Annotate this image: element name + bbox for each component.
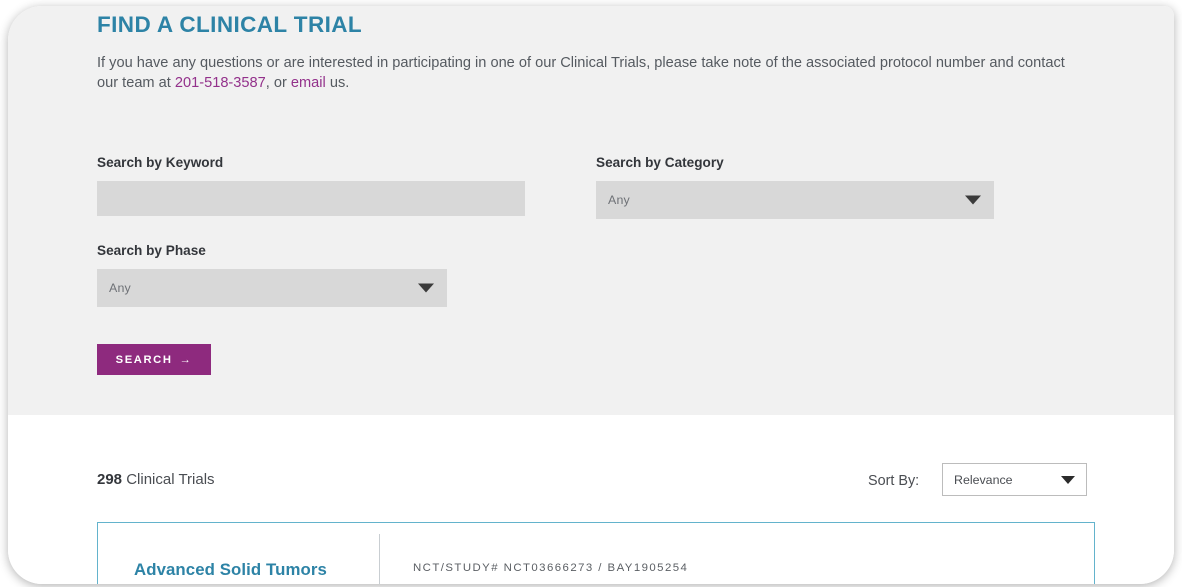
results-count: 298 Clinical Trials: [97, 471, 215, 488]
search-keyword-input[interactable]: [97, 181, 525, 216]
sort-by-select[interactable]: Relevance: [942, 463, 1087, 496]
card-divider: [379, 534, 380, 584]
chevron-down-icon: [418, 283, 434, 293]
trial-result-card[interactable]: Advanced Solid Tumors NCT/STUDY# NCT0366…: [97, 522, 1095, 584]
keyword-field-label: Search by Keyword: [97, 154, 224, 170]
trial-nct-number: NCT/STUDY# NCT03666273 / BAY1905254: [413, 562, 688, 574]
page-container: FIND A CLINICAL TRIAL If you have any qu…: [8, 6, 1174, 584]
phase-selected-value: Any: [109, 281, 131, 295]
page-title: FIND A CLINICAL TRIAL: [97, 12, 363, 37]
search-button[interactable]: SEARCH →: [97, 344, 211, 375]
intro-text-part2: , or: [265, 74, 291, 91]
arrow-right-icon: →: [179, 353, 193, 366]
chevron-down-icon: [1061, 475, 1075, 484]
email-link[interactable]: email: [291, 75, 326, 91]
sort-by-label: Sort By:: [868, 473, 920, 489]
results-count-number: 298: [97, 471, 123, 488]
phase-field-label: Search by Phase: [97, 243, 206, 258]
search-category-select[interactable]: Any: [596, 181, 994, 219]
category-field-label: Search by Category: [596, 154, 724, 170]
intro-paragraph: If you have any questions or are interes…: [97, 54, 1072, 94]
chevron-down-icon: [965, 195, 981, 205]
phone-link[interactable]: 201-518-3587: [175, 75, 266, 91]
results-section: 298 Clinical Trials Sort By: Relevance A…: [8, 415, 1174, 584]
intro-text-part3: us.: [325, 74, 350, 91]
trial-nct-label: NCT/STUDY#: [413, 562, 500, 574]
trial-title[interactable]: Advanced Solid Tumors: [134, 560, 327, 580]
results-count-suffix: Clinical Trials: [122, 471, 215, 488]
search-phase-select[interactable]: Any: [97, 269, 447, 307]
trial-nct-value: NCT03666273 / BAY1905254: [503, 562, 689, 574]
search-button-label: SEARCH: [115, 353, 173, 366]
sort-selected-value: Relevance: [954, 472, 1013, 487]
search-section: FIND A CLINICAL TRIAL If you have any qu…: [8, 6, 1174, 415]
category-selected-value: Any: [608, 193, 630, 207]
